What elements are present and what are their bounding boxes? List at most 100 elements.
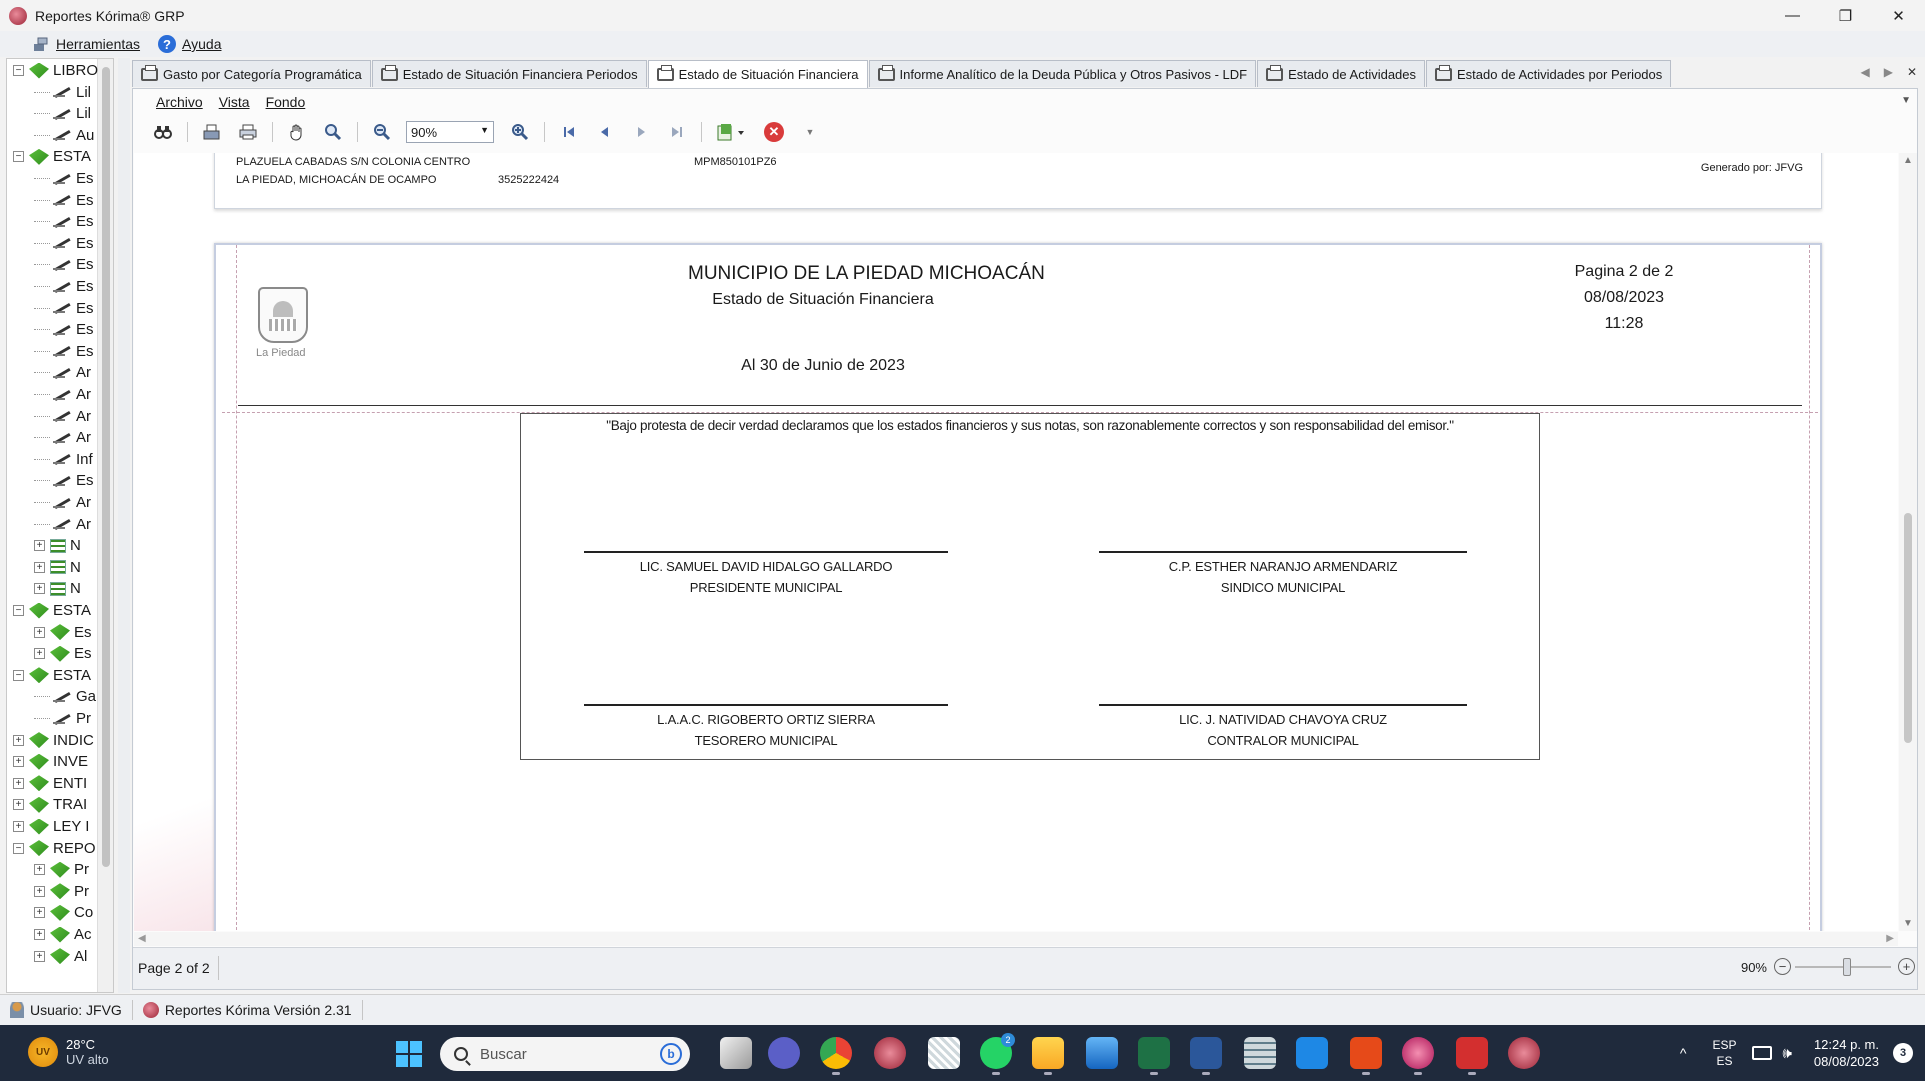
tree-item[interactable]: Ar (34, 427, 91, 448)
collapse-icon[interactable]: − (13, 842, 24, 854)
tree-item[interactable]: + Es (34, 622, 92, 643)
tree-item[interactable]: + TRAI (13, 794, 87, 815)
tree-item[interactable]: Inf (34, 449, 93, 470)
tab-report[interactable]: Estado de Situación Financiera (647, 60, 868, 88)
mail-icon[interactable] (1086, 1037, 1118, 1069)
tree-item[interactable]: + Al (34, 946, 87, 967)
expand-icon[interactable]: + (34, 561, 45, 573)
tree-item[interactable]: Es (34, 233, 94, 254)
expand-icon[interactable]: + (34, 907, 45, 919)
korima-alt-icon[interactable] (1402, 1037, 1434, 1075)
zoom-tool-button[interactable] (321, 120, 345, 144)
taskbar-search[interactable]: Buscar b (440, 1037, 690, 1071)
tree-item[interactable]: − ESTA (13, 146, 91, 167)
tree-item[interactable]: Es (34, 254, 94, 275)
find-button[interactable] (151, 120, 175, 144)
notepad-icon[interactable] (1296, 1037, 1328, 1069)
zoom-select[interactable]: 90% ▼ (406, 121, 494, 143)
whatsapp-icon[interactable]: 2 (980, 1033, 1015, 1075)
stop-button[interactable]: ✕ (762, 120, 786, 144)
menu-background[interactable]: Fondo (266, 94, 306, 110)
collapse-icon[interactable]: − (13, 669, 24, 681)
toolbar-overflow-icon[interactable]: ▼ (798, 120, 822, 144)
korima-taskbar-icon[interactable] (874, 1037, 906, 1069)
expand-icon[interactable]: + (34, 626, 45, 638)
tree-item[interactable]: Ar (34, 406, 91, 427)
expand-icon[interactable]: + (13, 777, 24, 789)
weather-widget[interactable]: UV 28°C UV alto (28, 1037, 109, 1067)
expand-icon[interactable]: + (34, 885, 45, 897)
restore-button[interactable]: ❐ (1819, 0, 1872, 31)
scroll-down-icon[interactable]: ▼ (1903, 918, 1913, 929)
previous-page-button[interactable] (593, 120, 617, 144)
tray-overflow-chevron-icon[interactable]: ^ (1680, 1045, 1687, 1061)
language-indicator[interactable]: ESP ES (1712, 1037, 1736, 1069)
collapse-icon[interactable]: − (13, 65, 24, 76)
tree-item[interactable]: + LEY I (13, 816, 89, 837)
tree-item[interactable]: Pr (34, 708, 91, 729)
zoom-plus-button[interactable]: + (1898, 958, 1915, 975)
clock[interactable]: 12:24 p. m. 08/08/2023 (1814, 1036, 1879, 1070)
tree-item[interactable]: + INVE (13, 751, 88, 772)
tree-item[interactable]: − ESTA (13, 665, 91, 686)
tree-item[interactable]: Lil (34, 82, 91, 103)
expand-icon[interactable]: + (34, 950, 45, 962)
scroll-right-icon[interactable]: ▶ (1886, 933, 1894, 944)
expand-icon[interactable]: + (13, 799, 24, 811)
menu-file[interactable]: Archivo (156, 94, 203, 110)
tab-report[interactable]: Estado de Situación Financiera Periodos (371, 60, 647, 87)
tab-report[interactable]: Informe Analítico de la Deuda Pública y … (868, 60, 1257, 87)
tab-report[interactable]: Gasto por Categoría Programática (132, 60, 371, 87)
tree-item[interactable]: Es (34, 168, 94, 189)
horizontal-scrollbar[interactable]: ◀ ▶ (134, 932, 1898, 946)
teams-chat-icon[interactable] (768, 1037, 800, 1069)
report-tree[interactable]: − LIBRO Lil Lil Au − ESTA Es Es Es Es Es Es Es Es Es Ar A… (6, 58, 114, 993)
expand-icon[interactable]: + (34, 648, 45, 660)
tree-item[interactable]: Ar (34, 384, 91, 405)
word-icon[interactable] (1190, 1037, 1222, 1075)
close-window-button[interactable]: ✕ (1872, 0, 1925, 31)
expand-icon[interactable]: + (34, 540, 45, 552)
tab-report[interactable]: Estado de Actividades (1257, 60, 1426, 87)
task-view-icon[interactable] (720, 1037, 752, 1069)
tab-next-icon[interactable]: ▶ (1884, 65, 1893, 79)
tree-item[interactable]: Ar (34, 492, 91, 513)
menu-tools[interactable]: Herramientas (32, 35, 140, 53)
start-button[interactable] (396, 1041, 422, 1067)
minimize-button[interactable]: — (1766, 0, 1819, 31)
volume-icon[interactable]: 🕪 (1782, 1045, 1791, 1062)
first-page-button[interactable] (557, 120, 581, 144)
tree-item[interactable]: Ga (34, 686, 96, 707)
network-app-icon[interactable] (928, 1037, 960, 1069)
tree-item[interactable]: Lil (34, 103, 91, 124)
tree-item[interactable]: Ar (34, 514, 91, 535)
expand-icon[interactable]: + (13, 734, 24, 746)
expand-icon[interactable]: + (13, 821, 24, 832)
office-icon[interactable] (1350, 1037, 1382, 1075)
collapse-icon[interactable]: − (13, 151, 24, 163)
tree-item[interactable]: Es (34, 298, 94, 319)
export-button[interactable] (714, 120, 750, 144)
menu-help[interactable]: ? Ayuda (158, 35, 221, 53)
tree-item[interactable]: Ar (34, 362, 91, 383)
tree-item[interactable]: Es (34, 470, 94, 491)
tree-item[interactable]: + Es (34, 643, 92, 664)
tree-item[interactable]: − ESTA (13, 600, 91, 621)
last-page-button[interactable] (665, 120, 689, 144)
korima-active-icon[interactable] (1508, 1037, 1540, 1069)
tree-item[interactable]: Es (34, 276, 94, 297)
hand-tool-button[interactable] (285, 120, 309, 144)
tree-item[interactable]: + N (34, 535, 81, 556)
page-setup-button[interactable] (200, 120, 224, 144)
network-icon[interactable] (1752, 1046, 1773, 1060)
zoom-slider-thumb[interactable] (1843, 958, 1851, 976)
print-button[interactable] (236, 120, 260, 144)
tab-close-icon[interactable]: ✕ (1907, 65, 1917, 79)
tree-item[interactable]: + Ac (34, 924, 92, 945)
bing-icon[interactable]: b (660, 1043, 682, 1065)
acrobat-icon[interactable] (1456, 1037, 1488, 1075)
tree-item[interactable]: − REPO (13, 838, 96, 859)
vertical-scrollbar[interactable]: ▲ ▼ (1899, 153, 1917, 931)
tab-report[interactable]: Estado de Actividades por Periodos (1426, 60, 1672, 87)
scroll-left-icon[interactable]: ◀ (138, 933, 146, 944)
